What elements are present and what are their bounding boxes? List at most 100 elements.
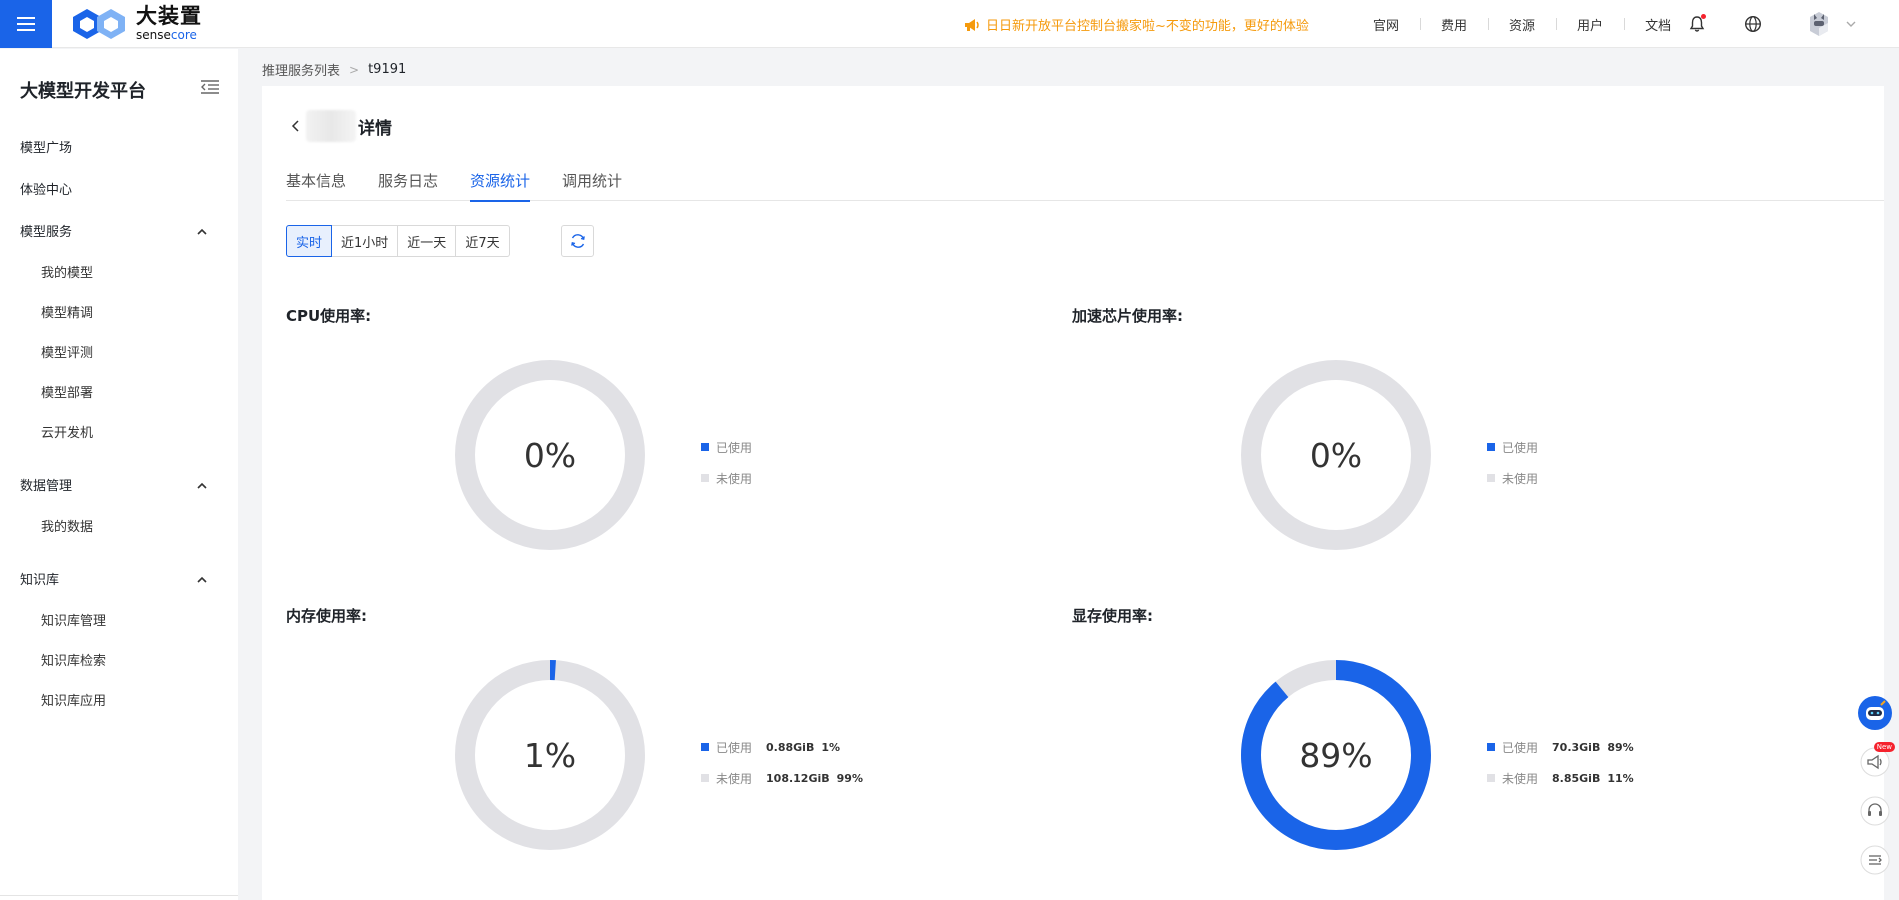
megaphone-icon (965, 18, 979, 31)
breadcrumb-parent[interactable]: 推理服务列表 (262, 60, 340, 79)
legend-unused: 未使用 108.12GiB 99% (701, 770, 863, 786)
breadcrumb-separator-icon: > (349, 62, 360, 77)
cpu-usage-percent: 0% (523, 435, 577, 475)
memory-used-value: 0.88GiB (766, 740, 815, 754)
sidebar-title: 大模型开发平台 (20, 81, 146, 102)
title-row: 详情 (286, 110, 392, 142)
collapse-list-icon[interactable] (1857, 842, 1893, 878)
legend-used: 已使用 0.88GiB 1% (701, 739, 863, 755)
sidebar-item-experience-center[interactable]: 体验中心 (20, 179, 72, 198)
tab-resource-stats[interactable]: 资源统计 (470, 170, 531, 202)
sidebar-item-finetune[interactable]: 模型精调 (41, 302, 93, 321)
top-actions (1686, 0, 1862, 48)
range-1d-button[interactable]: 近一天 (397, 225, 457, 257)
breadcrumb-current: t9191 (368, 62, 407, 77)
vram-used-percent: 89% (1607, 740, 1634, 754)
memory-usage-donut: 1% (450, 655, 650, 855)
accelerator-legend: 已使用 未使用 (1487, 439, 1538, 501)
detail-card: 详情 基本信息 服务日志 资源统计 调用统计 实时 近1小时 近一天 近7天 C… (262, 86, 1884, 900)
legend-used: 已使用 (701, 439, 752, 455)
sidebar-group-data-management[interactable]: 数据管理 (20, 475, 72, 494)
memory-unused-percent: 99% (836, 771, 863, 785)
back-arrow-icon[interactable] (286, 116, 306, 136)
redacted-service-name (306, 110, 356, 142)
memory-unused-value: 108.12GiB (766, 771, 830, 785)
vram-usage-donut: 89% (1236, 655, 1436, 855)
logo[interactable]: 大装置 sensecore (70, 6, 202, 41)
sidebar: 大模型开发平台 模型广场 体验中心 模型服务 我的模型 模型精调 模型评测 模型… (0, 49, 238, 900)
sidebar-group-model-service[interactable]: 模型服务 (20, 221, 72, 240)
sidebar-item-kb-search[interactable]: 知识库检索 (41, 650, 106, 669)
headset-icon[interactable] (1857, 793, 1893, 829)
logo-subtitle: sensecore (136, 28, 197, 42)
sidebar-item-my-models[interactable]: 我的模型 (41, 262, 93, 281)
top-nav: 官网 费用 资源 用户 文档 (1352, 0, 1692, 48)
vram-unused-value: 8.85GiB (1552, 771, 1601, 785)
memory-usage-percent: 1% (523, 735, 577, 775)
nav-official-site[interactable]: 官网 (1352, 15, 1420, 34)
announcement[interactable]: 日日新开放平台控制台搬家啦~不变的功能，更好的体验 (964, 15, 1309, 34)
tab-service-logs[interactable]: 服务日志 (378, 170, 438, 201)
refresh-button[interactable] (561, 225, 594, 257)
logo-mark-icon (73, 8, 125, 39)
range-1h-button[interactable]: 近1小时 (331, 225, 399, 257)
new-badge: New (1873, 742, 1895, 752)
nav-users[interactable]: 用户 (1556, 15, 1624, 34)
assistant-robot-icon[interactable] (1857, 695, 1893, 731)
accelerator-usage-donut: 0% (1236, 355, 1436, 555)
sidebar-item-evaluate[interactable]: 模型评测 (41, 342, 93, 361)
bell-icon[interactable] (1686, 13, 1708, 35)
memory-used-percent: 1% (821, 740, 841, 754)
chevron-down-icon[interactable] (1840, 13, 1862, 35)
time-range-selector: 实时 近1小时 近一天 近7天 (286, 225, 510, 257)
vram-usage-title: 显存使用率: (1072, 607, 1153, 625)
chevron-up-icon[interactable] (196, 477, 208, 496)
vram-legend: 已使用 70.3GiB 89% 未使用 8.85GiB 11% (1487, 739, 1634, 801)
vram-usage-percent: 89% (1299, 735, 1373, 775)
floating-toolbar: New (1857, 695, 1895, 891)
legend-unused: 未使用 (1487, 470, 1538, 486)
sidebar-item-deploy[interactable]: 模型部署 (41, 382, 93, 401)
sidebar-item-kb-app[interactable]: 知识库应用 (41, 690, 106, 709)
range-realtime-button[interactable]: 实时 (286, 225, 333, 257)
nav-billing[interactable]: 费用 (1420, 15, 1488, 34)
legend-unused: 未使用 (701, 470, 752, 486)
page-title: 详情 (358, 118, 392, 139)
vram-used-value: 70.3GiB (1552, 740, 1601, 754)
sidebar-item-model-square[interactable]: 模型广场 (20, 137, 72, 156)
sidebar-item-cloud-dev[interactable]: 云开发机 (41, 422, 93, 441)
legend-used: 已使用 70.3GiB 89% (1487, 739, 1634, 755)
sidebar-item-kb-management[interactable]: 知识库管理 (41, 610, 106, 629)
refresh-icon (570, 234, 585, 248)
chevron-up-icon[interactable] (196, 223, 208, 242)
accelerator-usage-percent: 0% (1309, 435, 1363, 475)
sidebar-group-knowledge-base[interactable]: 知识库 (20, 569, 59, 588)
cpu-legend: 已使用 未使用 (701, 439, 752, 501)
sidebar-divider (0, 895, 238, 896)
announcement-megaphone-icon[interactable]: New (1857, 742, 1895, 780)
cpu-usage-title: CPU使用率: (286, 307, 372, 325)
menu-icon[interactable] (0, 0, 52, 48)
legend-used: 已使用 (1487, 439, 1538, 455)
memory-legend: 已使用 0.88GiB 1% 未使用 108.12GiB 99% (701, 739, 863, 801)
legend-unused: 未使用 8.85GiB 11% (1487, 770, 1634, 786)
accelerator-usage-title: 加速芯片使用率: (1072, 307, 1183, 325)
nav-resources[interactable]: 资源 (1488, 15, 1556, 34)
globe-icon[interactable] (1742, 13, 1764, 35)
collapse-sidebar-icon[interactable] (200, 79, 220, 99)
breadcrumb: 推理服务列表 > t9191 (262, 60, 406, 79)
top-bar: 大装置 sensecore 日日新开放平台控制台搬家啦~不变的功能，更好的体验 … (0, 0, 1899, 48)
memory-usage-title: 内存使用率: (286, 607, 367, 625)
tab-call-stats[interactable]: 调用统计 (562, 170, 622, 201)
tab-basic-info[interactable]: 基本信息 (286, 170, 346, 201)
tabs: 基本信息 服务日志 资源统计 调用统计 (286, 170, 1884, 202)
cpu-usage-donut: 0% (450, 355, 650, 555)
announcement-text: 日日新开放平台控制台搬家啦~不变的功能，更好的体验 (986, 19, 1309, 34)
logo-title: 大装置 (136, 4, 202, 28)
avatar[interactable] (1804, 9, 1834, 39)
vram-unused-percent: 11% (1607, 771, 1634, 785)
nav-docs[interactable]: 文档 (1624, 15, 1692, 34)
sidebar-item-my-data[interactable]: 我的数据 (41, 516, 93, 535)
range-7d-button[interactable]: 近7天 (455, 225, 510, 257)
chevron-up-icon[interactable] (196, 571, 208, 590)
